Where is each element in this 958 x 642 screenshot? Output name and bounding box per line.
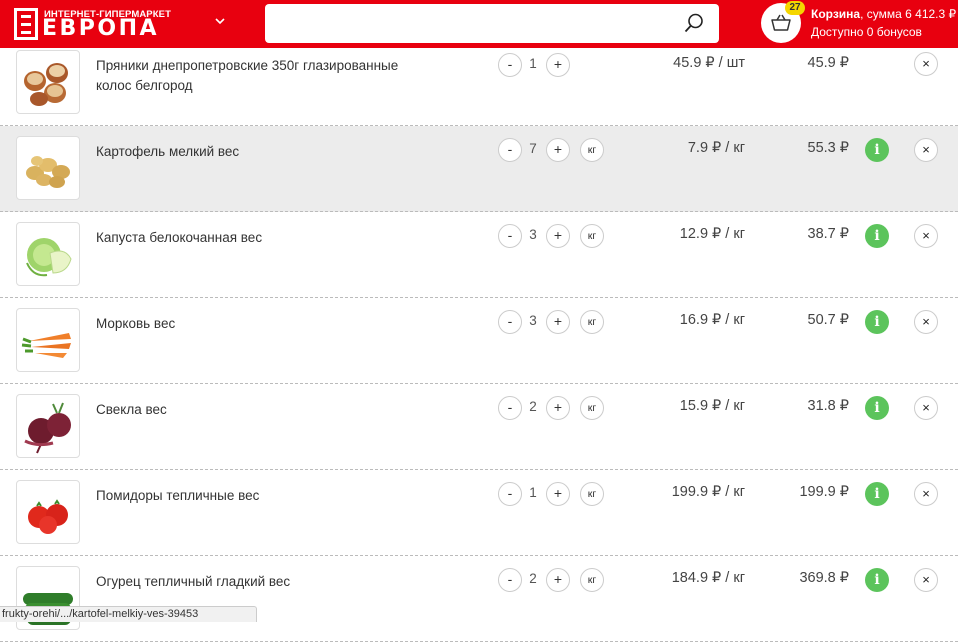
quantity-value: 2 (529, 399, 537, 414)
cart-item-row: Картофель мелкий вес - 7 + кг 7.9 ₽ / кг… (0, 126, 958, 212)
cart-bonus: Доступно 0 бонусов (811, 25, 922, 39)
unit-price: 16.9 ₽ / кг (679, 312, 745, 328)
decrease-qty-button[interactable]: - (498, 224, 522, 248)
product-name[interactable]: Капуста белокочанная вес (96, 228, 436, 248)
item-total: 50.7 ₽ (807, 312, 849, 328)
unit-price: 45.9 ₽ / шт (673, 55, 745, 71)
basket-icon (770, 13, 792, 33)
cart-sum: , сумма 6 412.3 ₽ (860, 7, 957, 21)
site-logo[interactable]: ИНТЕРНЕТ-ГИПЕРМАРКЕТ ЕВРОПА (14, 7, 176, 41)
cart-count-badge: 27 (785, 1, 805, 15)
decrease-qty-button[interactable]: - (498, 138, 522, 162)
cart-item-row: Капуста белокочанная вес - 3 + кг 12.9 ₽… (0, 212, 958, 298)
search-input[interactable] (275, 12, 665, 34)
info-icon[interactable]: i (865, 568, 889, 592)
info-icon[interactable]: i (865, 396, 889, 420)
product-name[interactable]: Морковь вес (96, 314, 436, 334)
cabbage-image (26, 238, 72, 277)
gingerbread-image (24, 63, 68, 106)
beet-image (24, 402, 71, 454)
item-total: 45.9 ₽ (807, 55, 849, 71)
unit-toggle[interactable]: кг (580, 568, 604, 592)
remove-item-button[interactable]: × (914, 396, 938, 420)
item-total: 369.8 ₽ (799, 570, 849, 586)
decrease-qty-button[interactable]: - (498, 53, 522, 77)
chevron-down-icon[interactable] (213, 14, 227, 28)
search-box (265, 4, 719, 43)
cart-item-row: Огурец тепличный гладкий вес - 2 + кг 18… (0, 556, 958, 642)
decrease-qty-button[interactable]: - (498, 396, 522, 420)
info-icon[interactable]: i (865, 224, 889, 248)
increase-qty-button[interactable]: + (546, 396, 570, 420)
cart-summary[interactable]: Корзина, сумма 6 412.3 ₽ (811, 7, 956, 21)
product-name[interactable]: Помидоры тепличные вес (96, 486, 436, 506)
item-total: 31.8 ₽ (807, 398, 849, 414)
cart-item-row: Помидоры тепличные вес - 1 + кг 199.9 ₽ … (0, 470, 958, 556)
unit-toggle[interactable]: кг (580, 310, 604, 334)
product-image[interactable] (16, 222, 80, 286)
quantity-value: 1 (529, 485, 537, 500)
remove-item-button[interactable]: × (914, 568, 938, 592)
unit-price: 184.9 ₽ / кг (671, 570, 745, 586)
cart-items-list: Пряники днепропетровские 350г глазирован… (0, 48, 958, 642)
info-icon[interactable]: i (865, 482, 889, 506)
decrease-qty-button[interactable]: - (498, 310, 522, 334)
cart-item-row: Пряники днепропетровские 350г глазирован… (0, 48, 958, 126)
cart-label: Корзина (811, 7, 861, 21)
increase-qty-button[interactable]: + (546, 224, 570, 248)
unit-price: 7.9 ₽ / кг (687, 140, 745, 156)
unit-toggle[interactable]: кг (580, 224, 604, 248)
quantity-value: 1 (529, 56, 537, 71)
item-total: 55.3 ₽ (807, 140, 849, 156)
info-icon[interactable]: i (865, 138, 889, 162)
quantity-value: 3 (529, 313, 537, 328)
decrease-qty-button[interactable]: - (498, 482, 522, 506)
product-image[interactable] (16, 480, 80, 544)
info-icon[interactable]: i (865, 310, 889, 334)
item-total: 38.7 ₽ (807, 226, 849, 242)
potato-image (26, 156, 70, 188)
increase-qty-button[interactable]: + (546, 138, 570, 162)
remove-item-button[interactable]: × (914, 482, 938, 506)
increase-qty-button[interactable]: + (546, 482, 570, 506)
remove-item-button[interactable]: × (914, 52, 938, 76)
site-header: ИНТЕРНЕТ-ГИПЕРМАРКЕТ ЕВРОПА 27 Корзина, … (0, 0, 958, 48)
product-name[interactable]: Огурец тепличный гладкий вес (96, 572, 436, 592)
unit-price: 15.9 ₽ / кг (679, 398, 745, 414)
product-image[interactable] (16, 308, 80, 372)
unit-price: 199.9 ₽ / кг (671, 484, 745, 500)
tomato-image (28, 499, 68, 534)
product-image[interactable] (16, 136, 80, 200)
increase-qty-button[interactable]: + (546, 568, 570, 592)
increase-qty-button[interactable]: + (546, 310, 570, 334)
increase-qty-button[interactable]: + (546, 53, 570, 77)
quantity-value: 7 (529, 141, 537, 156)
remove-item-button[interactable]: × (914, 138, 938, 162)
status-bar-url: frukty-orehi/.../kartofel-melkiy-ves-394… (0, 606, 257, 622)
quantity-value: 3 (529, 227, 537, 242)
product-name[interactable]: Пряники днепропетровские 350г глазирован… (96, 56, 436, 96)
item-total: 199.9 ₽ (799, 484, 849, 500)
product-name[interactable]: Свекла вес (96, 400, 436, 420)
remove-item-button[interactable]: × (914, 224, 938, 248)
unit-price: 12.9 ₽ / кг (679, 226, 745, 242)
product-image[interactable] (16, 50, 80, 114)
carrot-image (21, 333, 71, 358)
decrease-qty-button[interactable]: - (498, 568, 522, 592)
unit-toggle[interactable]: кг (580, 396, 604, 420)
unit-toggle[interactable]: кг (580, 482, 604, 506)
logo-title: ЕВРОПА (42, 16, 160, 41)
quantity-value: 2 (529, 571, 537, 586)
unit-toggle[interactable]: кг (580, 138, 604, 162)
product-name[interactable]: Картофель мелкий вес (96, 142, 436, 162)
search-icon[interactable] (683, 12, 705, 34)
cart-item-row: Морковь вес - 3 + кг 16.9 ₽ / кг 50.7 ₽ … (0, 298, 958, 384)
logo-mark-icon (14, 8, 38, 40)
remove-item-button[interactable]: × (914, 310, 938, 334)
cart-item-row: Свекла вес - 2 + кг 15.9 ₽ / кг 31.8 ₽ i… (0, 384, 958, 470)
product-image[interactable] (16, 394, 80, 458)
